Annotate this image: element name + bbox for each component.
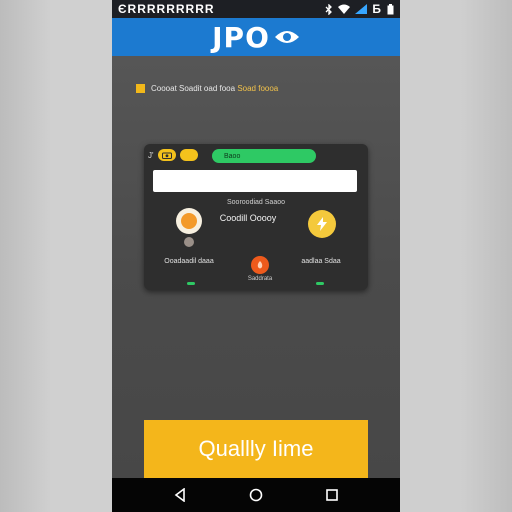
card-top-mini-text: J' xyxy=(148,150,154,160)
quality-time-button[interactable]: Quallly Iime xyxy=(144,420,368,478)
nav-home-button[interactable] xyxy=(244,483,268,507)
signal-icon xyxy=(355,4,368,14)
notice-square-icon xyxy=(136,84,145,93)
notice-row: Coooat Soadit oad fooa Soad foooa xyxy=(136,84,278,93)
green-pill-label: Baoo xyxy=(224,152,241,160)
green-pill-button[interactable]: Baoo xyxy=(212,149,316,163)
card-center-label: Coodill Ooooy xyxy=(219,213,277,223)
right-indicator-dot xyxy=(316,282,324,285)
recents-icon xyxy=(326,489,338,501)
left-avatar[interactable] xyxy=(176,208,202,234)
notice-text-main: Coooat Soadit oad fooa xyxy=(151,84,236,93)
eye-icon xyxy=(274,31,299,43)
card-subtitle: Sooroodiad Saaoo xyxy=(227,199,285,206)
action-button-label: Saddrata xyxy=(247,276,273,282)
notice-text: Coooat Soadit oad fooa Soad foooa xyxy=(151,84,278,93)
card-left-label: Ooadaadil daaa xyxy=(164,258,214,265)
orange-action-button[interactable] xyxy=(251,256,269,274)
nav-back-button[interactable] xyxy=(168,483,192,507)
left-pin-icon xyxy=(184,237,194,247)
right-avatar[interactable] xyxy=(308,210,336,238)
nav-recents-button[interactable] xyxy=(320,483,344,507)
screen-background: ЄRRRRRRRRR Ƃ JPO Coooat Soadit oad fooa … xyxy=(0,0,512,512)
notice-text-highlight: Soad foooa xyxy=(237,84,279,93)
left-indicator-dot xyxy=(187,282,195,285)
main-card: J' Baoo Sooroodiad Saaoo Coodill Ooooy O… xyxy=(144,144,368,290)
card-top-row: J' xyxy=(148,149,198,161)
app-title: JPO xyxy=(212,20,270,54)
left-avatar-icon xyxy=(181,213,197,229)
card-text-input[interactable] xyxy=(153,170,357,192)
phone-frame: ЄRRRRRRRRR Ƃ JPO Coooat Soadit oad fooa … xyxy=(112,0,400,512)
home-icon xyxy=(249,488,263,502)
card-camera-icon[interactable] xyxy=(157,149,176,161)
camera-icon xyxy=(161,152,172,159)
card-yellow-badge[interactable] xyxy=(179,149,198,161)
navigation-bar xyxy=(112,478,400,512)
card-right-label: aadlaa Sdaa xyxy=(301,258,341,265)
flame-icon xyxy=(257,261,263,269)
bluetooth-icon xyxy=(325,3,333,15)
status-bar: ЄRRRRRRRRR Ƃ xyxy=(112,0,400,18)
content-area: Coooat Soadit oad fooa Soad foooa J' Bao… xyxy=(112,56,400,478)
app-bar: JPO xyxy=(112,18,400,56)
status-left-text: ЄRRRRRRRRR xyxy=(118,2,215,16)
back-icon xyxy=(174,488,185,502)
battery-icon xyxy=(387,3,394,14)
status-right-text: Ƃ xyxy=(372,2,382,16)
wifi-icon xyxy=(338,4,351,14)
bolt-icon xyxy=(317,217,327,231)
status-icons: Ƃ xyxy=(325,2,394,16)
